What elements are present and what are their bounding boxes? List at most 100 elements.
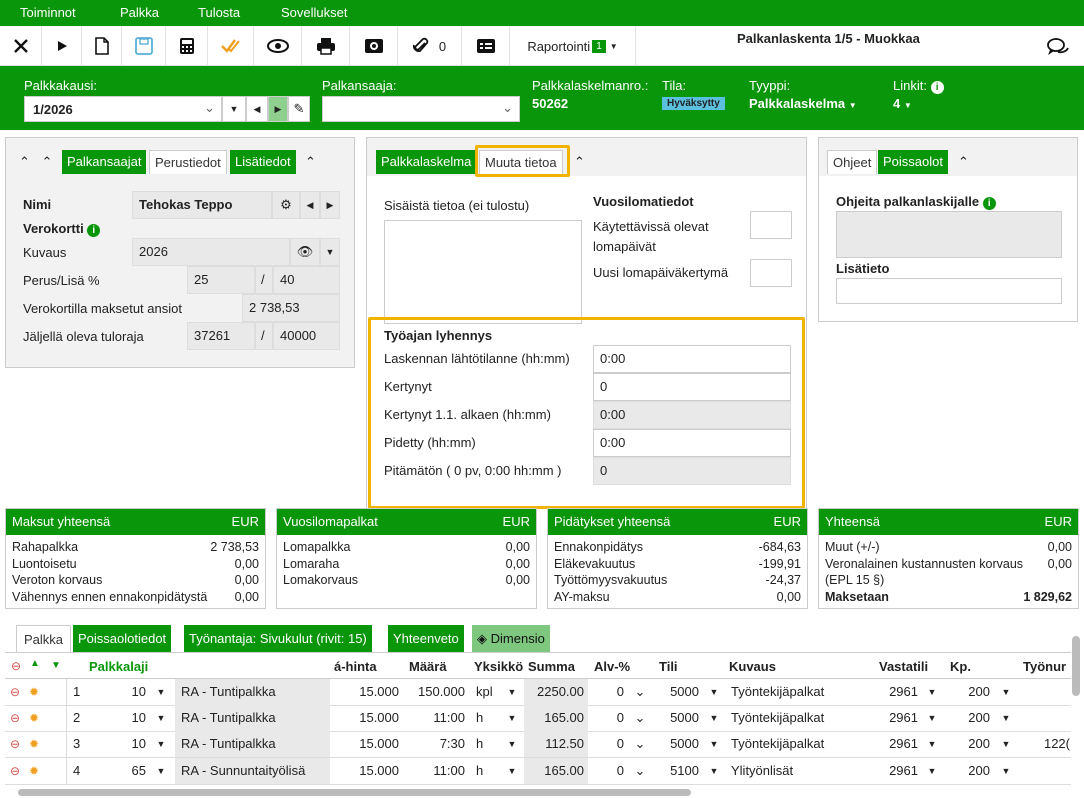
horizontal-scrollbar[interactable] [18, 789, 691, 796]
a-hinta-cell[interactable]: 15.000 [331, 705, 403, 731]
tab-yhteenveto[interactable]: Yhteenveto [388, 625, 464, 652]
maara-cell[interactable]: 11:00 [405, 758, 469, 784]
col-kp[interactable]: Kp. [950, 656, 971, 678]
kp-cell[interactable]: 200 [946, 705, 994, 731]
kuvaus-cell[interactable]: Ylityönlisät [726, 758, 874, 784]
calculator-icon[interactable] [166, 26, 208, 66]
yksikko-cell[interactable]: h [470, 731, 500, 757]
tab-poissaolot[interactable]: Poissaolot [878, 150, 948, 174]
alv-cell[interactable]: 0 [590, 705, 628, 731]
caret-down-icon[interactable]: ▼ [320, 238, 340, 266]
move-up-icon[interactable]: ▲ [30, 658, 40, 669]
a-hinta-cell[interactable]: 15.000 [331, 679, 403, 705]
menu-palkka[interactable]: Palkka [120, 5, 159, 20]
menu-sovellukset[interactable]: Sovellukset [281, 5, 347, 20]
alv-cell[interactable]: 0 [590, 731, 628, 757]
maara-cell[interactable]: 150.000 [405, 679, 469, 705]
guide-textarea[interactable] [836, 211, 1062, 258]
save-icon[interactable] [122, 26, 166, 66]
vastatili-cell[interactable]: 2961 [876, 758, 922, 784]
caret-down-icon[interactable]: ▼ [502, 731, 522, 757]
yksikko-cell[interactable]: h [470, 705, 500, 731]
next-employee-button[interactable]: ▶ [320, 191, 340, 219]
internal-textarea[interactable] [384, 220, 582, 324]
preview-eye-icon[interactable] [254, 26, 302, 66]
caret-down-icon[interactable]: ▼ [922, 731, 942, 757]
remove-row-icon[interactable]: ⊖ [10, 731, 24, 757]
row-settings-icon[interactable]: ✹ [29, 731, 43, 757]
col-tyonur[interactable]: Työnur [1023, 656, 1066, 678]
approve-check-icon[interactable] [208, 26, 254, 66]
a-hinta-cell[interactable]: 15.000 [331, 758, 403, 784]
chevron-down-icon[interactable]: ⌄ [630, 679, 650, 705]
collapse-up-icon[interactable]: ⌃ [569, 150, 590, 174]
col-vastatili[interactable]: Vastatili [879, 656, 928, 678]
edit-pencil-icon[interactable]: ✎ [288, 96, 310, 122]
attachment-button[interactable]: 0 [398, 26, 462, 66]
caret-down-icon[interactable]: ▼ [502, 758, 522, 784]
vacation-new-input[interactable] [750, 259, 792, 287]
prev-period-button[interactable]: ◀ [246, 96, 268, 122]
card-icon[interactable] [462, 26, 510, 66]
caret-down-icon[interactable]: ▼ [996, 679, 1016, 705]
vastatili-cell[interactable]: 2961 [876, 705, 922, 731]
kuvaus-cell[interactable]: Työntekijäpalkat [726, 679, 874, 705]
vacation-available-input[interactable] [750, 211, 792, 239]
palkkalaji-code[interactable]: 10 [86, 705, 150, 731]
report-dropdown[interactable]: Raportointi 1 ▼ [510, 26, 636, 66]
alv-cell[interactable]: 0 [590, 758, 628, 784]
info-icon[interactable]: i [87, 224, 101, 237]
kuvaus-cell[interactable]: Työntekijäpalkat [726, 731, 874, 757]
caret-down-icon[interactable]: ▼ [151, 705, 171, 731]
vastatili-cell[interactable]: 2961 [876, 731, 922, 757]
period-select[interactable]: 1/2026 ⌄ [24, 96, 222, 122]
type-dropdown[interactable]: Palkkalaskelma ▼ [749, 96, 857, 111]
move-down-icon[interactable]: ▼ [51, 660, 61, 671]
extra-textarea[interactable] [836, 278, 1062, 304]
collapse-up-icon[interactable]: ⌃ [14, 150, 32, 174]
caret-down-icon[interactable]: ▼ [922, 679, 942, 705]
tab-perustiedot[interactable]: Perustiedot [149, 150, 227, 174]
row-settings-icon[interactable]: ✹ [29, 758, 43, 784]
kp-cell[interactable]: 200 [946, 679, 994, 705]
caret-down-icon[interactable]: ▼ [151, 731, 171, 757]
col-maara[interactable]: Määrä [409, 656, 447, 678]
vertical-scrollbar[interactable] [1072, 636, 1080, 696]
remove-icon[interactable]: ⊖ [11, 659, 21, 673]
tili-cell[interactable]: 5000 [655, 731, 703, 757]
tab-palkka[interactable]: Palkka [16, 625, 72, 652]
chevron-down-icon[interactable]: ⌄ [630, 731, 650, 757]
play-icon[interactable] [42, 26, 82, 66]
caret-down-icon[interactable]: ▼ [996, 705, 1016, 731]
chat-icon[interactable] [1046, 36, 1070, 61]
caret-down-icon[interactable]: ▼ [502, 705, 522, 731]
collapse-up-icon[interactable]: ⌃ [36, 150, 58, 174]
tab-ohjeet[interactable]: Ohjeet [827, 150, 878, 174]
tab-dimensio[interactable]: ◈ Dimensio [472, 625, 550, 652]
col-tili[interactable]: Tili [659, 656, 678, 678]
info-icon[interactable]: i [982, 197, 996, 210]
kuvaus-cell[interactable]: Työntekijäpalkat [726, 705, 874, 731]
menu-tulosta[interactable]: Tulosta [198, 5, 240, 20]
caret-down-icon[interactable]: ▼ [922, 705, 942, 731]
caret-down-icon[interactable]: ▼ [922, 758, 942, 784]
caret-down-icon[interactable]: ▼ [151, 679, 171, 705]
chevron-down-icon[interactable]: ⌄ [630, 758, 650, 784]
a-hinta-cell[interactable]: 15.000 [331, 731, 403, 757]
col-palkkalaji[interactable]: Palkkalaji [89, 656, 148, 678]
caret-down-icon[interactable]: ▼ [151, 758, 171, 784]
tab-palkkalaskelma[interactable]: Palkkalaskelma [376, 150, 477, 174]
maara-cell[interactable]: 7:30 [405, 731, 469, 757]
remove-row-icon[interactable]: ⊖ [10, 705, 24, 731]
period-dropdown-button[interactable]: ▼ [222, 96, 246, 122]
earner-select[interactable]: ⌄ [322, 96, 520, 122]
info-icon[interactable]: i [930, 81, 944, 94]
new-document-icon[interactable] [82, 26, 122, 66]
tyonur-cell[interactable] [1022, 705, 1072, 731]
tab-palkansaajat[interactable]: Palkansaajat [62, 150, 147, 174]
payment-icon[interactable] [350, 26, 398, 66]
collapse-up-icon[interactable]: ⌃ [300, 150, 321, 174]
palkkalaji-code[interactable]: 10 [86, 731, 150, 757]
palkkalaji-code[interactable]: 65 [86, 758, 150, 784]
remove-row-icon[interactable]: ⊖ [10, 679, 24, 705]
